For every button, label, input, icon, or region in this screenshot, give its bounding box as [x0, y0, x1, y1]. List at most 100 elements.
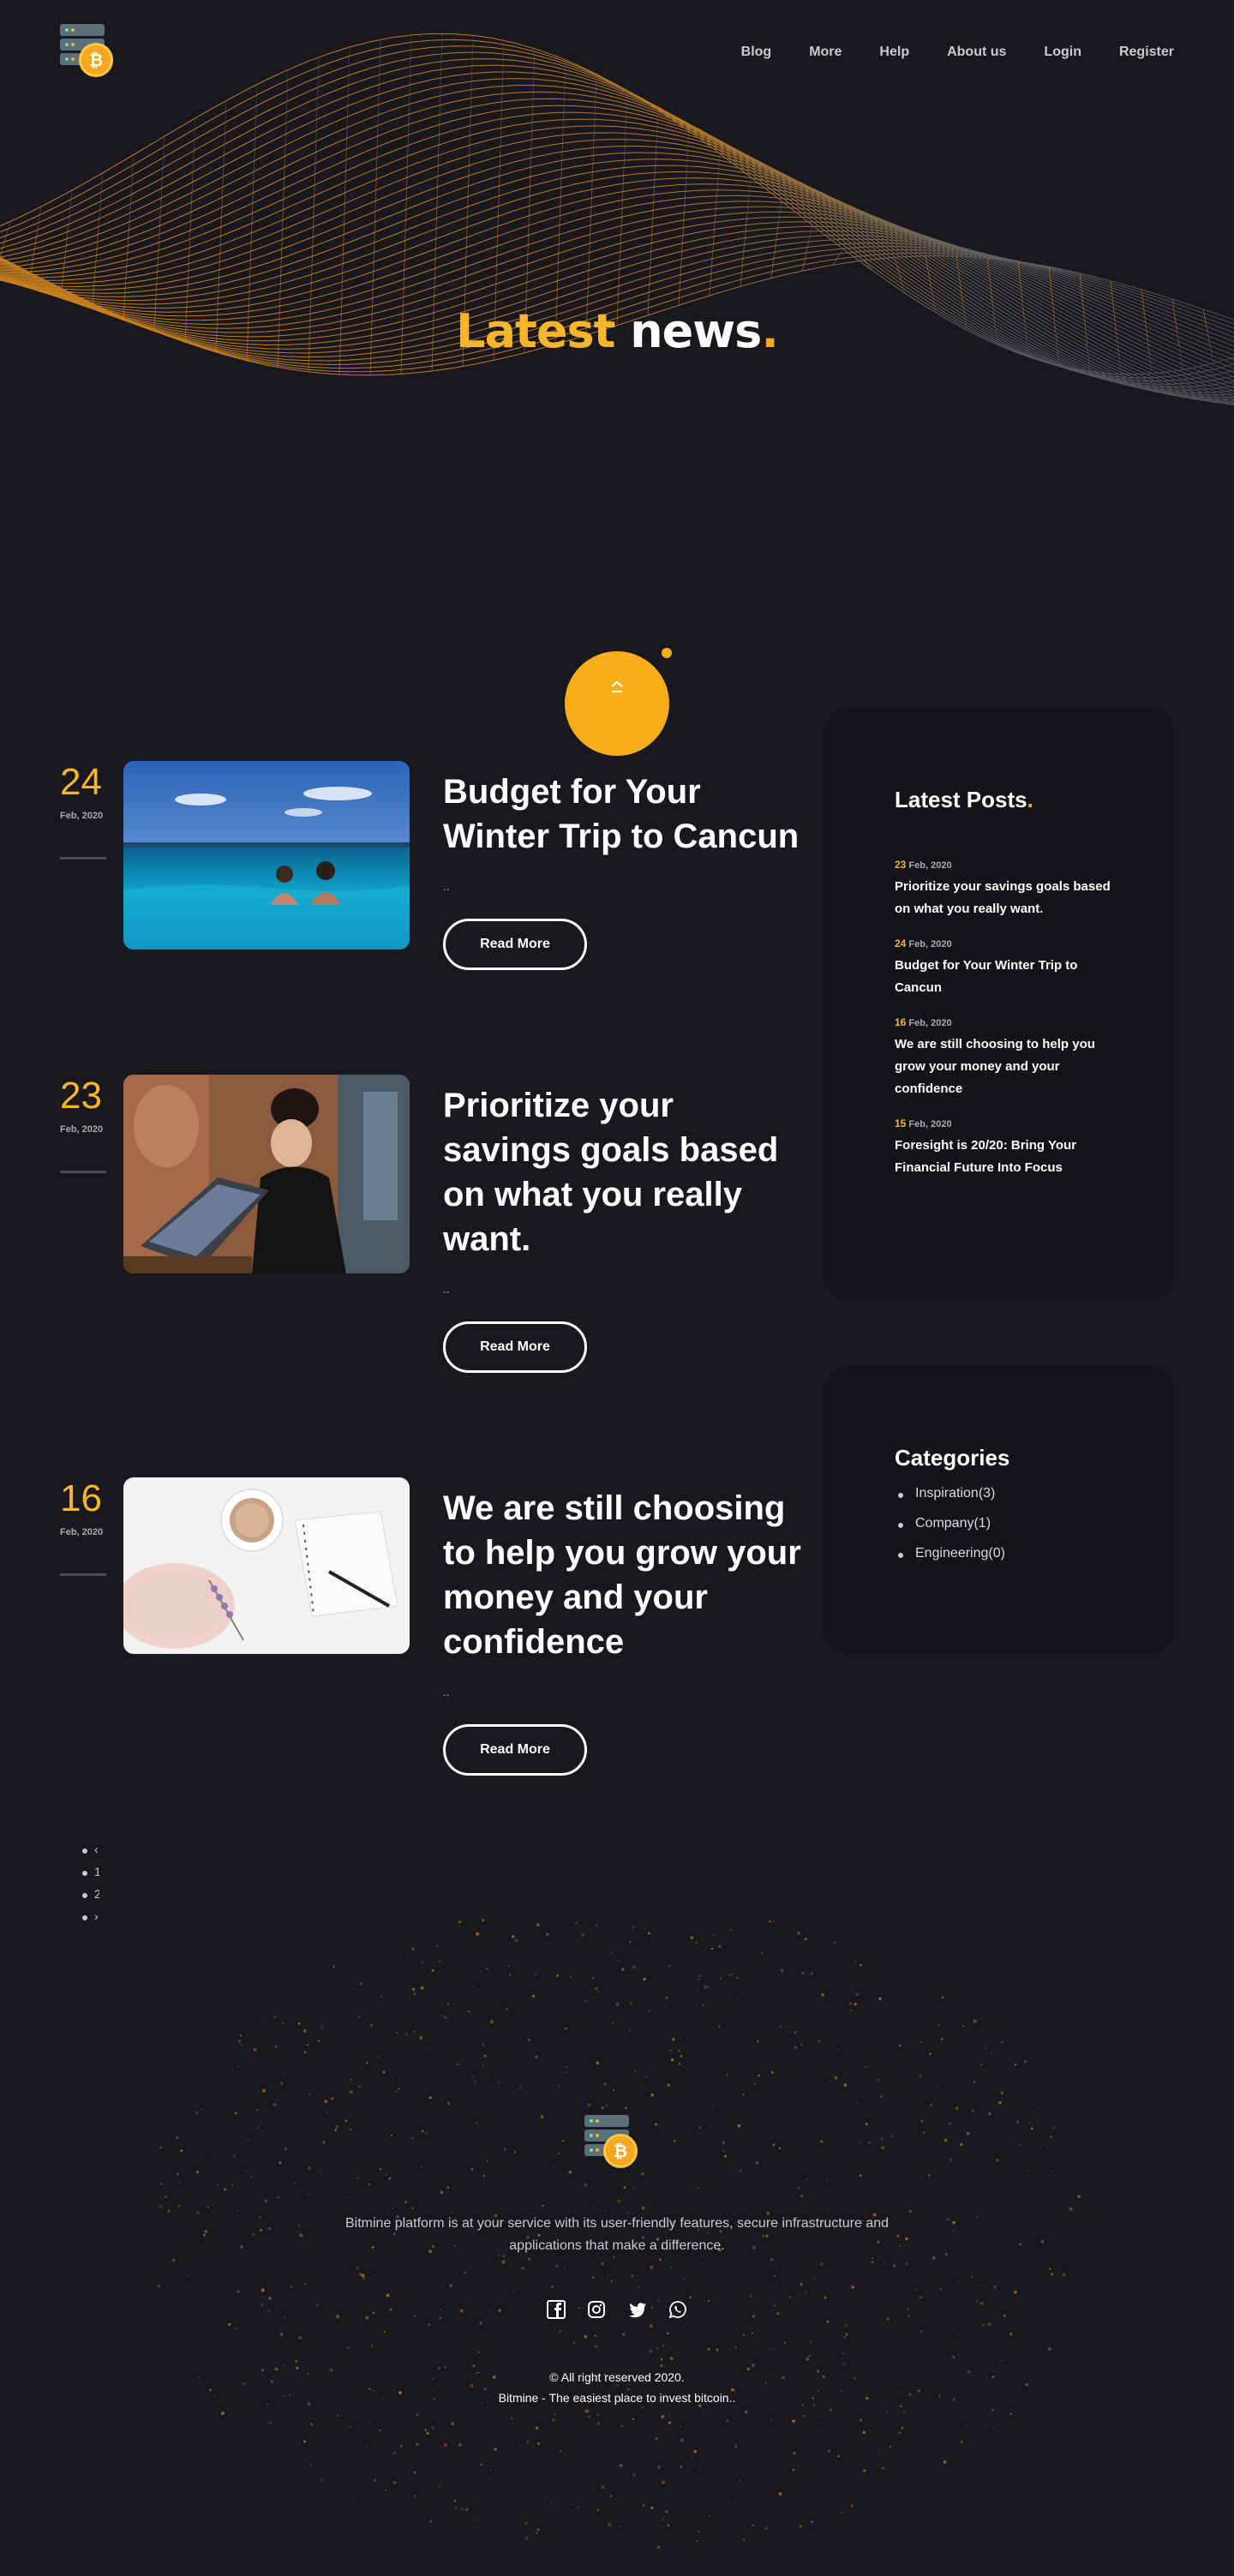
post-month: Feb, 2020	[60, 1124, 104, 1135]
background-dot	[707, 2347, 710, 2351]
background-dot	[629, 1940, 632, 1944]
nav-more[interactable]: More	[809, 45, 842, 60]
post-image-pool[interactable]	[123, 761, 410, 950]
background-dot	[810, 2341, 812, 2344]
read-more-button[interactable]: Read More	[443, 1724, 587, 1776]
background-dot	[707, 1986, 709, 1987]
background-dot	[237, 2064, 239, 2067]
background-dot	[1009, 2332, 1013, 2336]
instagram-icon[interactable]	[587, 2300, 606, 2319]
background-dot	[347, 2346, 350, 2349]
background-dot	[634, 2070, 636, 2072]
background-dot	[966, 2131, 970, 2136]
whatsapp-icon[interactable]	[668, 2300, 687, 2319]
background-dot	[736, 1976, 740, 1979]
background-dot	[661, 2415, 665, 2419]
background-dot	[1051, 2170, 1053, 2172]
background-dot	[842, 2352, 845, 2355]
background-dot	[602, 2106, 604, 2110]
background-dot	[440, 2190, 444, 2195]
post-image-laptop[interactable]	[123, 1075, 410, 1273]
nav-register[interactable]: Register	[1119, 45, 1174, 60]
background-dot	[550, 2502, 553, 2505]
post-excerpt: ..	[443, 1284, 450, 1296]
background-dot	[901, 2427, 904, 2429]
background-dot	[1016, 2119, 1019, 2122]
background-dot	[726, 2074, 728, 2076]
nav-login[interactable]: Login	[1044, 45, 1081, 60]
read-more-button[interactable]: Read More	[443, 919, 587, 970]
background-dot	[851, 2285, 854, 2289]
background-dot	[159, 2205, 162, 2208]
background-dot	[800, 2283, 803, 2286]
read-more-button[interactable]: Read More	[443, 1321, 587, 1373]
background-dot	[476, 1932, 480, 1936]
logo[interactable]: ₿	[60, 24, 117, 81]
background-dot	[498, 2309, 501, 2312]
background-dot	[985, 2047, 987, 2050]
background-dot	[788, 2296, 791, 2298]
background-dot	[772, 2348, 776, 2351]
post-image-coffee[interactable]	[123, 1477, 410, 1654]
background-dot	[722, 2141, 726, 2144]
background-dot	[537, 2441, 541, 2446]
pagination-page-1[interactable]: 1	[82, 1865, 99, 1887]
background-dot	[886, 2317, 890, 2321]
background-dot	[660, 2357, 663, 2361]
background-dot	[558, 2152, 560, 2154]
category-item[interactable]: Engineering(0)	[898, 1546, 1005, 1576]
background-dot	[908, 2315, 910, 2317]
background-dot	[1001, 2041, 1003, 2044]
background-dot	[957, 2333, 960, 2336]
background-dot	[960, 2142, 963, 2147]
background-dot	[284, 2315, 286, 2318]
background-dot	[297, 2022, 301, 2025]
category-item[interactable]: Company(1)	[898, 1516, 1005, 1546]
twitter-icon[interactable]	[628, 2300, 647, 2319]
background-dot	[607, 2274, 609, 2276]
page-title: Latest news.	[456, 304, 779, 358]
nav-about-us[interactable]: About us	[947, 45, 1006, 60]
background-dot	[842, 2335, 846, 2339]
footer-logo[interactable]: ₿	[584, 2115, 641, 2172]
nav-blog[interactable]: Blog	[741, 45, 772, 60]
nav-help[interactable]: Help	[879, 45, 909, 60]
scroll-to-top-button[interactable]	[565, 651, 669, 756]
background-dot	[383, 2330, 386, 2333]
background-dot	[948, 2122, 952, 2125]
background-dot	[421, 2130, 424, 2133]
latest-post-link[interactable]: Prioritize your savings goals based on w…	[895, 876, 1117, 920]
background-dot	[574, 1921, 578, 1924]
post-title[interactable]: Budget for Your Winter Trip to Cancun	[443, 770, 803, 859]
background-dot	[262, 2088, 267, 2093]
background-dot	[591, 1977, 595, 1980]
background-dot	[698, 1978, 699, 1980]
background-dot	[344, 2119, 348, 2123]
background-dot	[667, 2332, 669, 2334]
facebook-icon[interactable]	[547, 2300, 566, 2319]
background-dot	[666, 2005, 668, 2007]
background-dot	[207, 2206, 209, 2208]
background-dot	[584, 2409, 589, 2413]
background-dot	[392, 2207, 394, 2209]
latest-post-link[interactable]: Foresight is 20/20: Bring Your Financial…	[895, 1135, 1117, 1179]
pagination-prev[interactable]: ‹	[82, 1842, 99, 1865]
background-dot	[619, 2464, 623, 2468]
background-dot	[501, 2260, 506, 2264]
latest-post-link[interactable]: Budget for Your Winter Trip to Cancun	[895, 955, 1117, 999]
background-dot	[1000, 2359, 1003, 2361]
latest-post-link[interactable]: We are still choosing to help you grow y…	[895, 1033, 1117, 1100]
background-dot	[886, 2411, 889, 2412]
post-title[interactable]: Prioritize your savings goals based on w…	[443, 1083, 803, 1261]
background-dot	[396, 2032, 398, 2034]
background-dot	[310, 2423, 314, 2426]
background-dot	[943, 2138, 948, 2142]
background-dot	[719, 1977, 722, 1980]
post-title[interactable]: We are still choosing to help you grow y…	[443, 1486, 803, 1664]
background-dot	[217, 2184, 219, 2186]
category-item[interactable]: Inspiration(3)	[898, 1486, 1005, 1516]
background-dot	[268, 2297, 272, 2300]
coffee-notebook-image	[123, 1477, 410, 1654]
background-dot	[802, 2415, 805, 2417]
background-dot	[428, 2323, 431, 2326]
